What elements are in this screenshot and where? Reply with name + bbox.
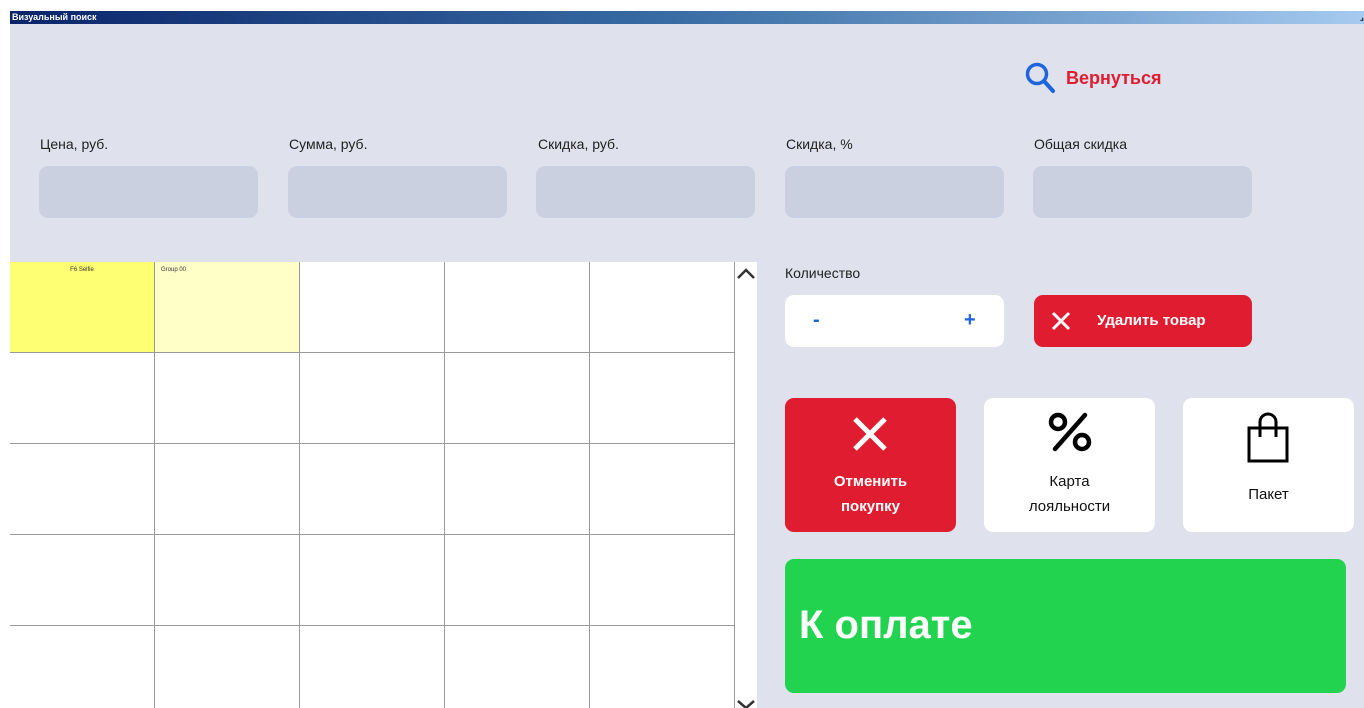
discount-percent-field[interactable] xyxy=(785,166,1004,218)
search-icon xyxy=(1025,62,1055,93)
product-cell[interactable] xyxy=(155,444,300,535)
product-cell[interactable] xyxy=(590,444,735,535)
total-discount-label: Общая скидка xyxy=(1034,136,1128,152)
loyalty-card-label-1: Карта xyxy=(1049,473,1090,490)
delete-item-button[interactable]: Удалить товар xyxy=(1034,295,1252,347)
sum-label: Сумма, руб. xyxy=(289,136,368,152)
product-cell[interactable] xyxy=(10,535,155,626)
bag-button[interactable]: Пакет xyxy=(1183,398,1354,532)
product-cell[interactable] xyxy=(590,626,735,708)
discount-percent-label: Скидка, % xyxy=(786,136,853,152)
product-cell[interactable]: F6 Selfie xyxy=(10,262,155,353)
product-cell[interactable] xyxy=(300,535,445,626)
discount-rub-field[interactable] xyxy=(536,166,755,218)
product-cell[interactable] xyxy=(590,262,735,353)
chevron-down-icon[interactable] xyxy=(736,700,756,708)
back-button[interactable]: Вернуться xyxy=(1024,61,1162,95)
percent-icon xyxy=(1048,412,1092,452)
close-icon xyxy=(853,417,887,451)
product-cell[interactable] xyxy=(300,626,445,708)
product-cell[interactable] xyxy=(300,353,445,444)
pay-label: К оплате xyxy=(799,603,973,647)
total-discount-field[interactable] xyxy=(1033,166,1252,218)
cancel-purchase-label-1: Отменить xyxy=(833,473,908,490)
product-cell[interactable] xyxy=(445,444,590,535)
product-cell[interactable] xyxy=(10,444,155,535)
product-cell[interactable] xyxy=(10,353,155,444)
price-label: Цена, руб. xyxy=(40,136,109,152)
product-cell[interactable] xyxy=(445,262,590,353)
delete-item-label: Удалить товар xyxy=(1097,312,1206,329)
cancel-purchase-label-2: покупку xyxy=(841,498,900,515)
product-cell[interactable] xyxy=(300,444,445,535)
quantity-plus-button[interactable]: + xyxy=(964,309,976,332)
product-cell[interactable] xyxy=(10,626,155,708)
close-icon xyxy=(1051,311,1071,331)
window-title-bar: Визуальный поиск ⌟ xyxy=(10,11,1364,24)
quantity-stepper[interactable]: - + xyxy=(785,295,1004,347)
window-title: Визуальный поиск xyxy=(12,12,97,22)
product-cell[interactable] xyxy=(300,262,445,353)
shopping-bag-icon xyxy=(1247,412,1289,463)
sum-field[interactable] xyxy=(288,166,507,218)
product-cell[interactable] xyxy=(155,353,300,444)
window-control[interactable]: ⌟ xyxy=(1360,11,1364,24)
product-cell[interactable] xyxy=(445,535,590,626)
product-cell[interactable] xyxy=(445,353,590,444)
loyalty-card-label-2: лояльности xyxy=(1028,498,1111,515)
grid-scrollbar[interactable] xyxy=(735,262,757,708)
product-cell[interactable] xyxy=(155,535,300,626)
pay-button[interactable]: К оплате xyxy=(785,559,1346,693)
quantity-minus-button[interactable]: - xyxy=(813,309,820,332)
cancel-purchase-button[interactable]: Отменить покупку xyxy=(785,398,956,532)
product-grid: F6 Selfie Group 00 xyxy=(10,262,735,708)
bag-label: Пакет xyxy=(1248,486,1289,503)
loyalty-card-button[interactable]: Карта лояльности xyxy=(984,398,1155,532)
discount-rub-label: Скидка, руб. xyxy=(538,136,619,152)
back-label: Вернуться xyxy=(1066,67,1162,88)
product-cell[interactable]: Group 00 xyxy=(155,262,300,353)
chevron-up-icon[interactable] xyxy=(736,268,756,280)
product-cell[interactable] xyxy=(445,626,590,708)
product-cell[interactable] xyxy=(155,626,300,708)
price-field[interactable] xyxy=(39,166,258,218)
product-cell[interactable] xyxy=(590,535,735,626)
product-cell-label: F6 Selfie xyxy=(70,267,94,273)
product-cell[interactable] xyxy=(590,353,735,444)
product-cell-label: Group 00 xyxy=(161,267,187,273)
quantity-label: Количество xyxy=(785,265,861,281)
